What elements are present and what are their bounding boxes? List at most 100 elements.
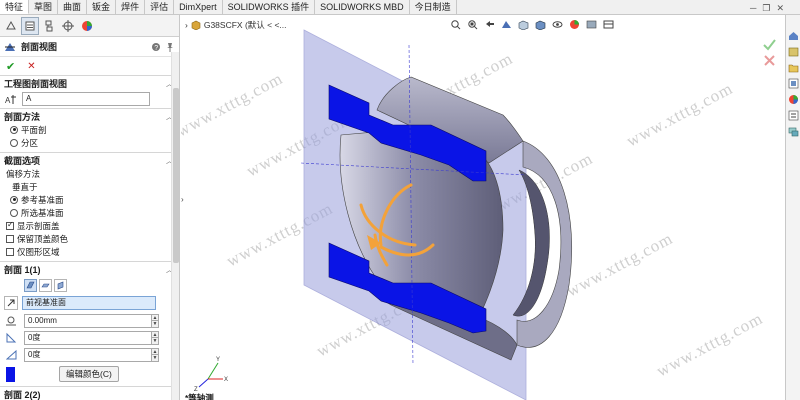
radio-button[interactable] — [10, 195, 18, 204]
check-graphics-only[interactable]: 仅图形区域 — [4, 245, 175, 258]
checkbox-label: 显示剖面盖 — [17, 220, 60, 231]
svg-text:A: A — [5, 96, 11, 105]
offset-method-label: 偏移方法 — [6, 168, 41, 179]
pin-icon[interactable] — [165, 42, 175, 52]
top-plane-button[interactable] — [39, 278, 52, 292]
edit-color-button[interactable]: 编辑颜色(C) — [59, 366, 119, 382]
custom-properties-icon[interactable] — [787, 109, 800, 122]
reverse-arrow-icon — [7, 299, 15, 307]
confirm-check-icon[interactable] — [763, 39, 776, 51]
feature-manager-tab[interactable] — [2, 17, 20, 35]
front-plane-icon — [26, 281, 35, 288]
configuration-manager-tab[interactable] — [40, 17, 58, 35]
command-manager-tabs: 特征 草图 曲面 钣金 焊件 评估 DimXpert SOLIDWORKS 插件… — [0, 0, 800, 15]
tab-solidworks-mbd[interactable]: SOLIDWORKS MBD — [315, 0, 410, 14]
property-manager-tab[interactable] — [21, 16, 39, 35]
action-buttons: ✔ ✕ — [0, 57, 179, 75]
offset-distance-field[interactable]: 0.00mm — [24, 313, 152, 328]
radio-button[interactable] — [10, 125, 18, 134]
restore-icon[interactable]: ❐ — [762, 3, 770, 14]
plane-button-row — [4, 277, 175, 293]
scrollbar-thumb[interactable] — [173, 88, 179, 263]
home-icon[interactable] — [787, 29, 800, 42]
check-show-caps[interactable]: 显示剖面盖 — [4, 219, 175, 232]
view-palette-icon[interactable] — [787, 77, 800, 90]
tab-sketch[interactable]: 草图 — [29, 0, 59, 14]
header-icons: ? — [151, 42, 175, 52]
close-icon[interactable]: ✕ — [776, 3, 784, 14]
checkbox[interactable] — [6, 220, 14, 230]
property-manager-title: 剖面视图 — [21, 42, 58, 52]
panel-scrollbar[interactable] — [171, 52, 179, 400]
dimxpert-icon — [62, 19, 74, 32]
solidworks-window: 特征 草图 曲面 钣金 焊件 评估 DimXpert SOLIDWORKS 插件… — [0, 0, 800, 400]
right-plane-button[interactable] — [54, 278, 67, 292]
display-manager-tab[interactable] — [78, 17, 96, 35]
offset-spinner[interactable]: ▲ ▼ — [152, 313, 159, 328]
file-explorer-icon[interactable] — [787, 61, 800, 74]
tab-evaluate[interactable]: 评估 — [145, 0, 175, 14]
task-pane — [785, 15, 800, 400]
tab-surfaces[interactable]: 曲面 — [58, 0, 88, 14]
ok-button[interactable]: ✔ — [6, 60, 15, 73]
group-title: 剖面 1(1) — [4, 265, 41, 275]
tab-solidworks-addins[interactable]: SOLIDWORKS 插件 — [223, 0, 316, 14]
feature-tree-icon — [6, 20, 16, 29]
radio-label: 参考基准面 — [21, 194, 64, 205]
solidworks-forum-icon[interactable] — [787, 125, 800, 138]
x-rotation-spinner[interactable]: ▲ ▼ — [152, 330, 159, 345]
radio-button[interactable] — [10, 208, 18, 217]
tab-sheet-metal[interactable]: 钣金 — [87, 0, 117, 14]
group-section-1: 剖面 1(1) ︿ 前视基准面 0.00mm ▲ ▼ 0度 ▲ ▼ 0度 ▲ ▼… — [0, 261, 179, 386]
check-keep-cap-color[interactable]: 保留顶盖颜色 — [4, 232, 175, 245]
checkbox[interactable] — [6, 234, 14, 243]
y-rotation-icon — [4, 348, 18, 362]
property-icon — [25, 21, 35, 30]
checkbox[interactable] — [6, 247, 14, 256]
configuration-icon — [45, 20, 53, 31]
section-view-model[interactable]: Y X Z — [181, 15, 785, 400]
y-rotation-spinner[interactable]: ▲ ▼ — [152, 347, 159, 362]
normal-to-label: 垂直于 — [12, 181, 38, 192]
top-plane-icon — [41, 283, 50, 287]
window-controls: ─ ❐ ✕ — [750, 3, 784, 14]
right-plane-icon — [57, 281, 64, 289]
cancel-button[interactable]: ✕ — [27, 61, 35, 72]
view-name-field[interactable]: A — [22, 91, 150, 106]
radio-planar[interactable]: 平面剖 — [4, 123, 175, 136]
appearances-icon[interactable] — [787, 93, 800, 106]
radio-selected-plane[interactable]: 所选基准面 — [4, 206, 175, 219]
y-rotation-field[interactable]: 0度 — [24, 347, 152, 362]
property-manager: 剖面视图 ? ✔ ✕ 工程图剖面视图 ︿ A A 剖面方法 ︿ 平面剖 分区 截… — [0, 15, 180, 400]
x-rotation-field[interactable]: 0度 — [24, 330, 152, 345]
reverse-direction-button[interactable] — [4, 296, 18, 310]
checkbox-label: 仅图形区域 — [17, 246, 60, 257]
checkbox-label: 保留顶盖颜色 — [17, 233, 69, 244]
group-title: 截面选项 — [4, 156, 41, 166]
design-library-icon[interactable] — [787, 45, 800, 58]
group-section-method: 剖面方法 ︿ 平面剖 分区 — [0, 108, 179, 152]
confirm-cancel-icon[interactable] — [764, 55, 775, 66]
group-section-options: 截面选项 ︿ 偏移方法 垂直于 参考基准面 所选基准面 显示剖面盖 保留顶盖颜色… — [0, 152, 179, 261]
tab-dimxpert[interactable]: DimXpert — [174, 0, 223, 14]
front-plane-button[interactable] — [24, 278, 37, 292]
group-title: 工程图剖面视图 — [4, 79, 68, 89]
radio-button[interactable] — [10, 138, 18, 147]
tab-today-manufacturing[interactable]: 今日制造 — [410, 0, 457, 14]
radio-zonal[interactable]: 分区 — [4, 136, 175, 149]
dimxpert-manager-tab[interactable] — [59, 17, 77, 35]
property-manager-header: 剖面视图 ? — [0, 37, 179, 57]
tab-weldments[interactable]: 焊件 — [116, 0, 146, 14]
radio-label: 所选基准面 — [21, 207, 64, 218]
radio-reference-plane[interactable]: 参考基准面 — [4, 193, 175, 206]
minimize-icon[interactable]: ─ — [750, 3, 756, 14]
tab-features[interactable]: 特征 — [0, 0, 30, 14]
svg-text:X: X — [224, 377, 228, 383]
section-view-icon — [5, 42, 15, 51]
plane-selection-field[interactable]: 前视基准面 — [22, 296, 156, 310]
radio-label: 分区 — [21, 137, 39, 148]
help-icon[interactable]: ? — [151, 42, 161, 52]
coordinate-triad: Y X Z — [194, 357, 228, 393]
radio-label: 平面剖 — [21, 124, 47, 135]
graphics-area[interactable]: www.xtttg.com www.xtttg.com www.xtttg.co… — [181, 15, 785, 400]
